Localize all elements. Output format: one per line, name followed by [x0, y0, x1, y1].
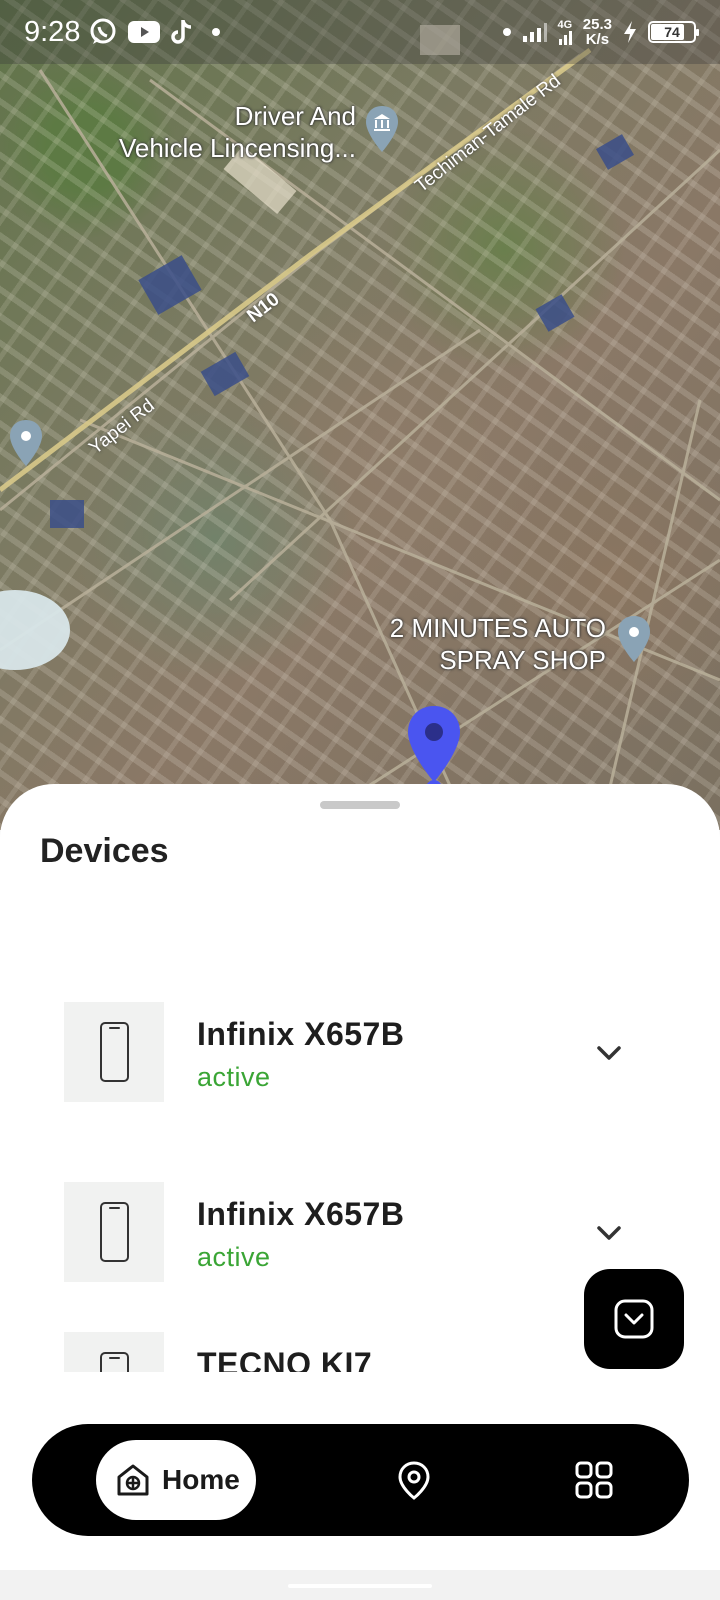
location-pin-icon[interactable]: [394, 1460, 434, 1500]
smartphone-icon: [100, 1202, 129, 1262]
network-type: 4G: [557, 19, 573, 45]
signal-icon: [522, 23, 547, 42]
sheet-title: Devices: [40, 832, 169, 870]
device-location-marker-icon[interactable]: [404, 704, 464, 794]
home-icon: [117, 1464, 149, 1496]
chevron-down-icon[interactable]: [594, 1218, 624, 1248]
place-pin-icon[interactable]: [616, 614, 652, 664]
device-thumbnail: [64, 1002, 164, 1102]
device-thumbnail: [64, 1182, 164, 1282]
smartphone-icon: [100, 1022, 129, 1082]
notification-dot-icon: [212, 28, 221, 36]
battery-icon: 74: [648, 21, 699, 43]
satellite-map[interactable]: Driver And Vehicle Lincensing... Techima…: [0, 0, 720, 830]
device-name: TECNO KI7: [197, 1346, 373, 1372]
map-place-label-spray-shop[interactable]: 2 MINUTES AUTO SPRAY SHOP: [340, 612, 606, 676]
device-status: active: [197, 1062, 271, 1092]
device-row[interactable]: TECNO KI7: [64, 1332, 664, 1372]
museum-pin-icon[interactable]: [364, 104, 400, 154]
chevron-down-box-icon: [614, 1299, 654, 1339]
gesture-navigation-bar[interactable]: [288, 1584, 432, 1588]
device-row[interactable]: Infinix X657B active: [64, 1002, 664, 1102]
device-row[interactable]: Infinix X657B active: [64, 1182, 664, 1282]
notification-dot-icon: [502, 28, 511, 36]
device-status: active: [197, 1242, 271, 1272]
status-time: 9:28: [24, 15, 81, 48]
place-pin-icon[interactable]: [8, 418, 44, 468]
youtube-icon: [128, 21, 161, 43]
map-place-label-dmv[interactable]: Driver And Vehicle Lincensing...: [100, 100, 356, 164]
grid-apps-icon[interactable]: [574, 1460, 614, 1500]
device-thumbnail: [64, 1332, 164, 1372]
network-speed: 25.3 K/s: [582, 16, 612, 48]
collapse-sheet-button[interactable]: [584, 1269, 684, 1369]
charging-bolt-icon: [624, 21, 636, 43]
status-bar: 9:28 4G 25.3 K/s 74: [0, 0, 720, 64]
whatsapp-icon: [90, 18, 116, 44]
device-name: Infinix X657B: [197, 1196, 405, 1232]
sheet-drag-handle[interactable]: [320, 801, 400, 809]
signal-secondary-icon: [558, 30, 572, 45]
tiktok-icon: [171, 20, 192, 44]
smartphone-icon: [100, 1352, 129, 1372]
chevron-down-icon[interactable]: [594, 1038, 624, 1068]
bottom-navigation: Home: [32, 1424, 689, 1536]
device-name: Infinix X657B: [197, 1016, 405, 1052]
nav-home-label: Home: [162, 1464, 240, 1495]
nav-home-button[interactable]: Home: [96, 1440, 256, 1520]
